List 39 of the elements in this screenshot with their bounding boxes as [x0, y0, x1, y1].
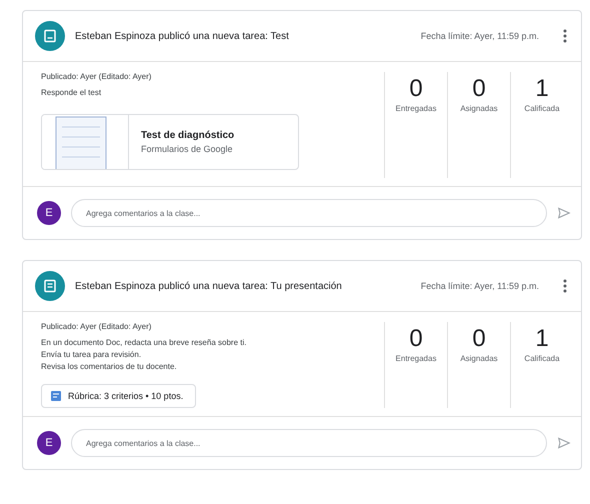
more-icon [563, 279, 567, 293]
attachment-type: Formularios de Google [141, 144, 234, 154]
assignment-icon [43, 279, 57, 293]
stat-label: Asignadas [460, 104, 498, 113]
send-button[interactable] [557, 436, 571, 450]
post-title[interactable]: Esteban Espinoza publicó una nueva tarea: Test [75, 30, 411, 42]
due-date: Fecha límite: Ayer, 11:59 p.m. [420, 31, 539, 41]
published-date: Publicado: Ayer (Editado: Ayer) [41, 72, 152, 81]
due-date: Fecha límite: Ayer, 11:59 p.m. [420, 281, 539, 291]
stat-count[interactable]: 1 [535, 74, 549, 104]
stat-label: Calificada [524, 354, 560, 363]
assignment-icon [43, 29, 57, 43]
stat-count[interactable]: 0 [409, 74, 423, 104]
stat-count[interactable]: 1 [535, 324, 549, 354]
more-icon [563, 29, 567, 43]
instruction-text: En un documento Doc, redacta una breve reseña sobre ti. [41, 338, 248, 347]
stat-label: Entregadas [396, 104, 436, 113]
rubric-button[interactable]: Rúbrica: 3 criterios • 10 ptos. [41, 384, 196, 408]
send-icon [557, 436, 571, 450]
stat-label: Entregadas [396, 354, 436, 363]
send-icon [557, 206, 571, 220]
instruction-text: Envía tu tarea para revisión. [41, 350, 142, 359]
stat-count[interactable]: 0 [472, 74, 486, 104]
comment-field[interactable]: Agrega comentarios a la clase... [71, 429, 547, 457]
stat-count[interactable]: 0 [409, 324, 423, 354]
stat-label: Calificada [524, 104, 560, 113]
post-title[interactable]: Esteban Espinoza publicó una nueva tarea: Tu presentación [75, 280, 411, 292]
instruction-text: Revisa los comentarios de tu docente. [41, 362, 178, 371]
published-date: Publicado: Ayer (Editado: Ayer) [41, 322, 152, 331]
stat-label: Asignadas [460, 354, 498, 363]
attachment-title: Test de diagnóstico [141, 130, 234, 141]
comment-field[interactable]: Agrega comentarios a la clase... [71, 199, 547, 227]
stat-count[interactable]: 0 [472, 324, 486, 354]
send-button[interactable] [557, 206, 571, 220]
user-avatar: E [37, 201, 61, 225]
instruction-text: Responde el test [41, 88, 102, 97]
user-avatar: E [37, 431, 61, 455]
attachment-card[interactable]: Test de diagnóstico Formularios de Google [41, 114, 299, 170]
rubric-icon [50, 390, 62, 402]
